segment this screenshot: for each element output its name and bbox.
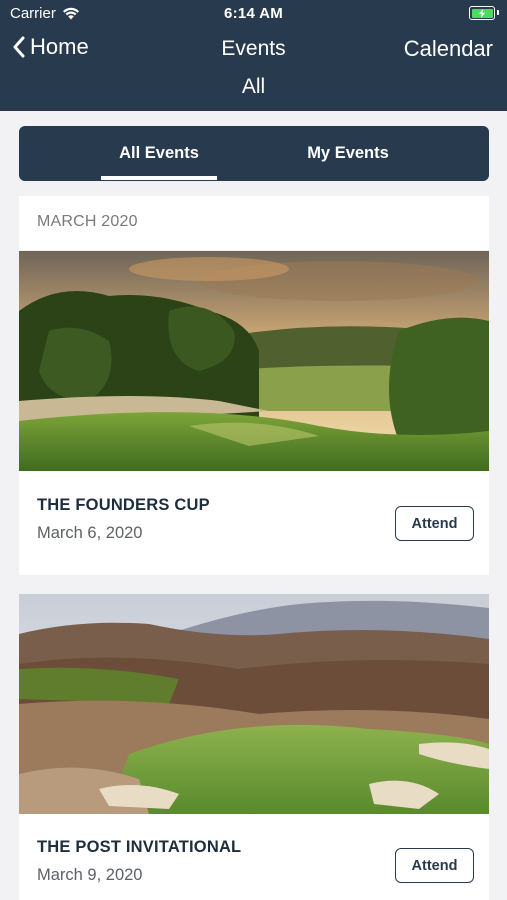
event-image-desert-golf-course xyxy=(19,594,489,814)
attend-button[interactable]: Attend xyxy=(395,506,474,541)
navigation-header: Carrier 6:14 AM Home Events All Calendar xyxy=(0,0,507,111)
selected-tab-indicator xyxy=(101,176,217,180)
battery-charging-icon xyxy=(469,6,499,20)
event-title: THE POST INVITATIONAL xyxy=(37,838,242,856)
event-image-golf-course xyxy=(19,251,489,471)
tab-all-events[interactable]: All Events xyxy=(101,126,217,181)
month-label: MARCH 2020 xyxy=(37,213,138,230)
month-section-header: MARCH 2020 xyxy=(19,196,489,250)
event-title: THE FOUNDERS CUP xyxy=(37,496,210,514)
status-time: 6:14 AM xyxy=(223,5,284,22)
status-bar: Carrier 6:14 AM xyxy=(0,0,507,28)
tab-my-events[interactable]: My Events xyxy=(285,126,411,181)
event-card[interactable]: THE POST INVITATIONAL March 9, 2020 Atte… xyxy=(19,594,489,900)
page-subtitle: All xyxy=(241,75,266,98)
calendar-button[interactable]: Calendar xyxy=(404,36,493,62)
event-date: March 6, 2020 xyxy=(37,524,143,542)
event-date: March 9, 2020 xyxy=(37,866,143,884)
attend-button[interactable]: Attend xyxy=(395,848,474,883)
events-segmented-control: All Events My Events xyxy=(19,126,489,181)
event-card[interactable]: THE FOUNDERS CUP March 6, 2020 Attend xyxy=(19,251,489,575)
